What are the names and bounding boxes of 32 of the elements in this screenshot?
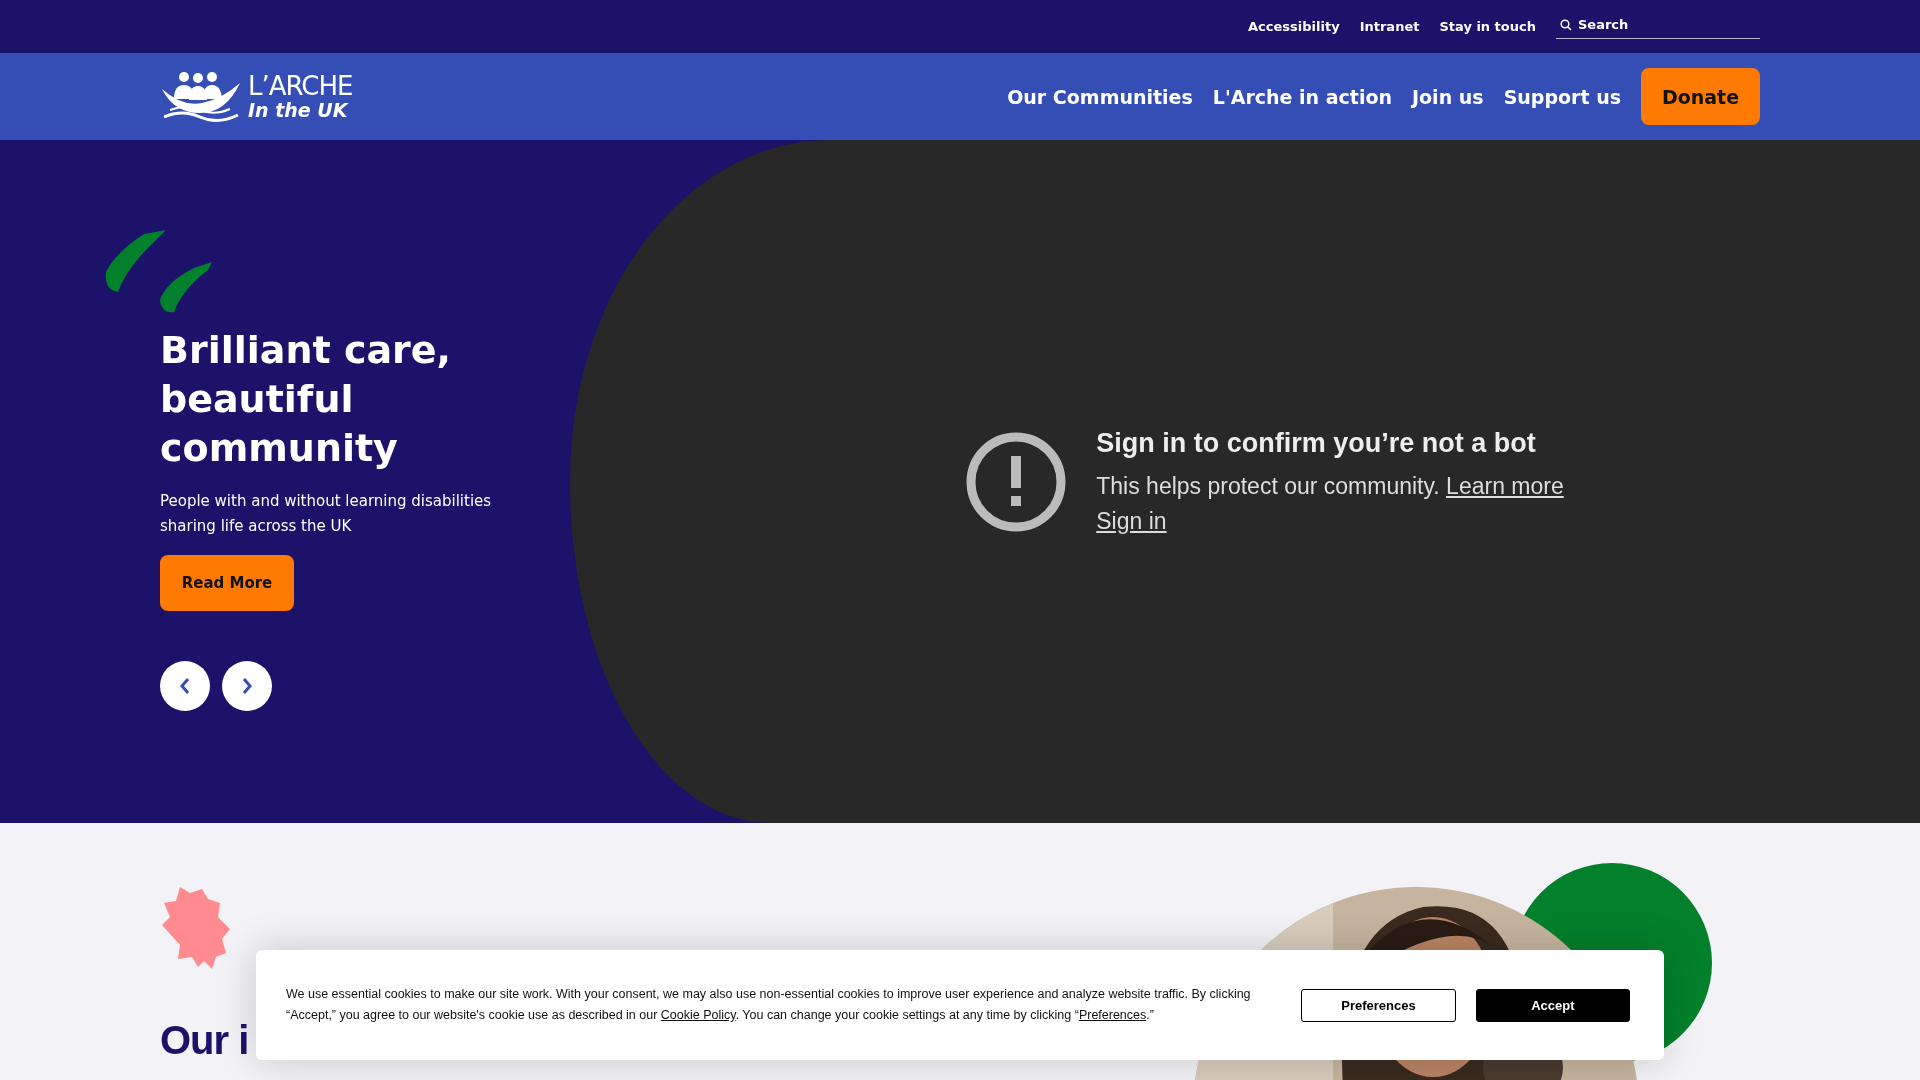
previous-button[interactable] <box>160 661 210 711</box>
cookie-notice: We use essential cookies to make our site work. With your consent, we may also use non-essential cookies to improve user experience and analyze website traffic. By clicking “Accept,” you agree to our website's cookie use as described in our Cookie Policy. You can change your cookie settings at any time by clicking “Preferences.” <box>286 986 1252 1024</box>
preferences-button[interactable]: Preferences <box>1301 988 1456 1022</box>
search-icon <box>1560 18 1572 31</box>
warning-icon <box>966 431 1067 532</box>
logo-text: L’ARCHE In the UK <box>248 73 353 120</box>
next-button[interactable] <box>222 661 272 711</box>
preferences-link[interactable]: Preferences <box>1078 1008 1147 1022</box>
section-heading: Our i <box>160 1018 249 1063</box>
hero-heading: Brilliant care, beautiful community <box>160 327 452 472</box>
chevron-left-icon <box>179 677 191 695</box>
accept-button[interactable]: Accept <box>1475 988 1630 1022</box>
utility-link[interactable]: Stay in touch <box>1439 19 1536 34</box>
hero-subtitle: People with and without learning disabilities sharing life across the UK <box>160 491 493 537</box>
cookie-policy-link[interactable]: Cookie Policy <box>660 1008 736 1022</box>
donate-button[interactable]: Donate <box>1641 68 1760 125</box>
nav-link[interactable]: Join us <box>1412 85 1484 108</box>
video-error-title: Sign in to confirm you’re not a bot <box>1096 428 1537 459</box>
quote-mark-icon <box>104 230 214 314</box>
search-field[interactable]: Search <box>1556 14 1760 39</box>
learn-more-link[interactable]: Learn more <box>1446 473 1564 499</box>
utility-link[interactable]: Accessibility <box>1248 19 1340 34</box>
chevron-right-icon <box>241 677 253 695</box>
video-error-message: This helps protect our community. Learn more <box>1096 473 1564 500</box>
read-more-button[interactable]: Read More <box>160 555 294 611</box>
sign-in-link[interactable]: Sign in <box>1096 508 1167 534</box>
nav-link[interactable]: Our Communities <box>1007 85 1193 108</box>
nav-link[interactable]: Support us <box>1503 85 1621 108</box>
logo[interactable]: L’ARCHE In the UK <box>160 68 353 125</box>
utility-link[interactable]: Intranet <box>1359 19 1420 34</box>
flower-icon <box>160 885 232 969</box>
nav-link[interactable]: L'Arche in action <box>1212 85 1392 108</box>
